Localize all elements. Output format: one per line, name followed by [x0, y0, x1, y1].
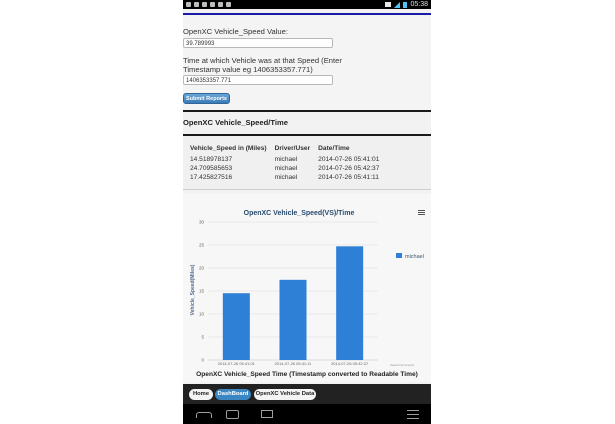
- android-system-bar: [183, 404, 431, 424]
- chart-svg: OpenXC Vehicle_Speed(VS)/Time 0 5 10 15 20 25…: [190, 210, 425, 378]
- skype-icon: [202, 2, 207, 7]
- y-axis-label: Vehicle_Speed(Miles): [190, 264, 196, 315]
- x-tick-label: 2014-07-26 05:41:01: [218, 361, 256, 366]
- speed-table: Vehicle_Speed in (Miles) Driver/User Dat…: [190, 144, 387, 182]
- table-cell: michael: [274, 156, 298, 163]
- table-cell: michael: [274, 165, 298, 172]
- vehicle-data-button[interactable]: OpenXC Vehicle Data: [254, 389, 316, 400]
- menu-icon[interactable]: [407, 410, 419, 419]
- notification-icons: [186, 0, 231, 9]
- speed-label: OpenXC Vehicle_Speed Value:: [183, 27, 288, 36]
- table-row: 17.425827516 michael 2014-07-26 05:41:11: [190, 173, 387, 182]
- table-row: 24.709585653 michael 2014-07-26 05:42:37: [190, 164, 387, 173]
- bottom-navbar: Home DashBoard OpenXC Vehicle Data: [183, 384, 431, 404]
- y-tick-label: 30: [199, 220, 205, 225]
- bar[interactable]: [336, 246, 364, 360]
- bar[interactable]: [222, 293, 250, 360]
- divider: [183, 110, 431, 112]
- image-icon: [186, 2, 191, 7]
- timestamp-input[interactable]: 1406353357.771: [183, 75, 333, 85]
- top-accent-line: [183, 13, 431, 15]
- table-row: 14.518978137 michael 2014-07-26 05:41:01: [190, 155, 387, 164]
- battery-icon: [403, 1, 408, 8]
- signal-icon: [394, 1, 401, 8]
- submit-reports-button[interactable]: Submit Reports: [183, 93, 230, 104]
- table-cell: 2014-07-26 05:41:11: [318, 174, 379, 181]
- y-tick-label: 10: [199, 312, 205, 317]
- speed-input[interactable]: 39.789993: [183, 38, 333, 48]
- table-cell: 2014-07-26 05:41:01: [318, 156, 380, 163]
- status-bar: 05:38: [183, 0, 431, 9]
- x-tick-label: 2014-07-26 05:42:37: [331, 361, 369, 366]
- chart-title: OpenXC Vehicle_Speed(VS)/Time: [244, 210, 355, 217]
- legend-label: michael: [405, 254, 424, 260]
- x-tick-label: 2014-07-26 05:41:11: [275, 361, 313, 366]
- speed-chart: OpenXC Vehicle_Speed(VS)/Time 0 5 10 15 20 25…: [183, 194, 431, 382]
- divider: [183, 134, 431, 136]
- dashboard-button[interactable]: DashBoard: [215, 389, 251, 400]
- column-header: Driver/User: [274, 145, 311, 152]
- chart-credit: Javascript Graphs: [390, 363, 415, 367]
- mail-icon: [210, 2, 215, 7]
- status-time: 05:38: [410, 1, 428, 8]
- usb-icon: [226, 2, 231, 7]
- chat-icon: [218, 2, 223, 7]
- home-button[interactable]: Home: [189, 389, 213, 400]
- table-cell: michael: [274, 174, 298, 181]
- recent-apps-icon[interactable]: [261, 410, 273, 418]
- table-cell: 24.709585653: [190, 165, 233, 172]
- table-cell: 17.425827516: [190, 174, 233, 181]
- speed-table-container: Vehicle_Speed in (Miles) Driver/User Dat…: [183, 137, 431, 190]
- report-form: OpenXC Vehicle_Speed Value: 39.789993 Ti…: [183, 16, 431, 110]
- table-header-row: Vehicle_Speed in (Miles) Driver/User Dat…: [190, 144, 387, 155]
- bar[interactable]: [279, 279, 307, 360]
- section-title: OpenXC Vehicle_Speed/Time: [183, 118, 288, 127]
- y-tick-label: 15: [199, 289, 205, 294]
- x-axis-label: OpenXC Vehicle_Speed Time (Timestamp con…: [196, 371, 418, 378]
- home-icon[interactable]: [226, 410, 239, 419]
- phone-screen: 05:38 OpenXC Vehicle_Speed Value: 39.789…: [183, 0, 431, 424]
- column-header: Vehicle_Speed in (Miles): [190, 145, 267, 152]
- whatsapp-icon: [194, 2, 199, 7]
- column-header: Date/Time: [318, 145, 350, 152]
- y-tick-label: 5: [201, 335, 204, 340]
- y-tick-label: 25: [199, 243, 205, 248]
- table-cell: 2014-07-26 05:42:37: [318, 165, 380, 172]
- chart-menu-icon[interactable]: [418, 210, 425, 215]
- table-cell: 14.518978137: [190, 156, 233, 163]
- y-tick-label: 0: [201, 358, 204, 363]
- time-label-line1: Time at which Vehicle was at that Speed …: [183, 56, 342, 65]
- download-icon: [385, 2, 392, 7]
- time-label-line2: Timestamp value eg 1406353357.771): [183, 65, 313, 74]
- y-tick-label: 20: [199, 266, 205, 271]
- legend-swatch: [396, 253, 402, 258]
- back-icon[interactable]: [196, 412, 212, 418]
